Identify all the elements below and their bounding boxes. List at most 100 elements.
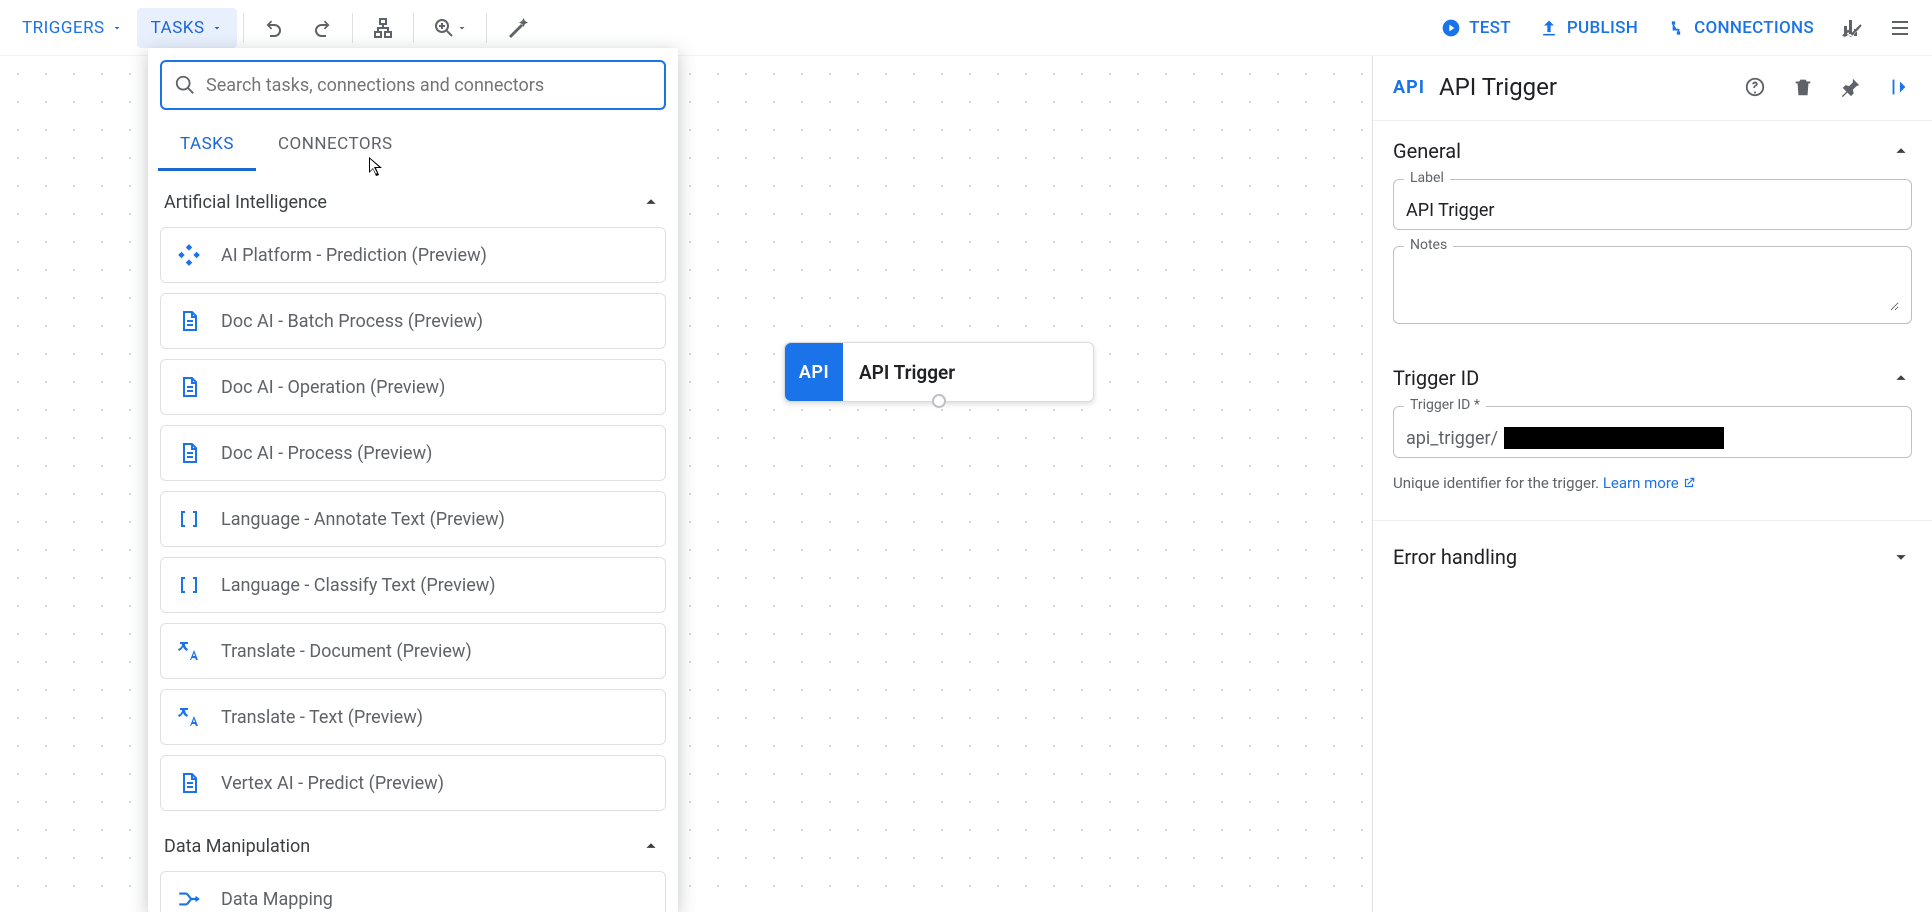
translate-icon bbox=[175, 637, 203, 665]
section-title: Trigger ID bbox=[1393, 366, 1479, 390]
test-button[interactable]: TEST bbox=[1427, 8, 1525, 48]
connections-button[interactable]: CONNECTIONS bbox=[1652, 8, 1828, 48]
group-header-data-manipulation[interactable]: Data Manipulation bbox=[160, 821, 666, 871]
details-title: API Trigger bbox=[1439, 73, 1724, 101]
notes-field[interactable]: Notes bbox=[1393, 246, 1912, 324]
task-language-annotate[interactable]: Language - Annotate Text (Preview) bbox=[160, 491, 666, 547]
task-label: Doc AI - Process (Preview) bbox=[221, 443, 432, 464]
task-data-mapping[interactable]: Data Mapping bbox=[160, 871, 666, 912]
redo-icon bbox=[310, 16, 334, 40]
pin-icon bbox=[1840, 76, 1862, 98]
undo-icon bbox=[262, 16, 286, 40]
delete-button[interactable] bbox=[1786, 70, 1820, 104]
magic-wand-icon bbox=[505, 16, 529, 40]
panel-scroll[interactable]: Artificial Intelligence AI Platform - Pr… bbox=[148, 171, 678, 912]
task-docai-operation[interactable]: Doc AI - Operation (Preview) bbox=[160, 359, 666, 415]
connections-label: CONNECTIONS bbox=[1694, 18, 1814, 38]
separator bbox=[486, 13, 487, 43]
task-docai-batch[interactable]: Doc AI - Batch Process (Preview) bbox=[160, 293, 666, 349]
undo-button[interactable] bbox=[250, 8, 298, 48]
chart-icon bbox=[1840, 16, 1864, 40]
stats-button[interactable] bbox=[1828, 8, 1876, 48]
search-input[interactable] bbox=[206, 75, 652, 96]
chevron-up-icon bbox=[1890, 140, 1912, 162]
trigger-id-redacted bbox=[1504, 427, 1724, 449]
menu-button[interactable] bbox=[1876, 8, 1924, 48]
collapse-right-icon bbox=[1888, 76, 1910, 98]
task-ai-platform-prediction[interactable]: AI Platform - Prediction (Preview) bbox=[160, 227, 666, 283]
help-icon bbox=[1744, 76, 1766, 98]
publish-icon bbox=[1539, 18, 1559, 38]
node-title: API Trigger bbox=[843, 361, 955, 384]
node-output-port[interactable] bbox=[932, 394, 946, 408]
learn-more-link[interactable]: Learn more bbox=[1603, 474, 1697, 492]
search-icon bbox=[174, 74, 196, 96]
group-title: Artificial Intelligence bbox=[164, 192, 327, 213]
help-button[interactable] bbox=[1738, 70, 1772, 104]
redo-button[interactable] bbox=[298, 8, 346, 48]
field-label: Trigger ID * bbox=[1404, 397, 1486, 413]
task-docai-process[interactable]: Doc AI - Process (Preview) bbox=[160, 425, 666, 481]
trigger-id-prefix: api_trigger/ bbox=[1406, 428, 1498, 449]
brackets-icon bbox=[175, 571, 203, 599]
separator bbox=[352, 13, 353, 43]
ai-icon bbox=[175, 241, 203, 269]
magic-button[interactable] bbox=[493, 8, 541, 48]
tab-tasks[interactable]: TASKS bbox=[158, 122, 256, 171]
learn-more-text: Learn more bbox=[1603, 474, 1679, 492]
pin-button[interactable] bbox=[1834, 70, 1868, 104]
task-label: Doc AI - Batch Process (Preview) bbox=[221, 311, 483, 332]
chevron-down-icon bbox=[456, 22, 468, 34]
translate-icon bbox=[175, 703, 203, 731]
zoom-button[interactable] bbox=[420, 8, 480, 48]
section-header-trigger-id[interactable]: Trigger ID bbox=[1393, 366, 1912, 390]
document-icon bbox=[175, 307, 203, 335]
tasks-dropdown[interactable]: TASKS bbox=[137, 8, 237, 48]
section-header-error-handling[interactable]: Error handling bbox=[1393, 545, 1912, 569]
section-general: General Label Notes bbox=[1373, 121, 1932, 348]
document-icon bbox=[175, 769, 203, 797]
node-badge: API bbox=[785, 343, 843, 401]
play-circle-icon bbox=[1441, 18, 1461, 38]
task-label: Doc AI - Operation (Preview) bbox=[221, 377, 445, 398]
brackets-icon bbox=[175, 505, 203, 533]
field-label: Label bbox=[1404, 170, 1450, 186]
search-field[interactable] bbox=[160, 60, 666, 110]
separator bbox=[243, 13, 244, 43]
group-header-ai[interactable]: Artificial Intelligence bbox=[160, 177, 666, 227]
test-label: TEST bbox=[1469, 18, 1511, 38]
tab-connectors[interactable]: CONNECTORS bbox=[256, 122, 415, 171]
section-trigger-id: Trigger ID Trigger ID * api_trigger/ Uni… bbox=[1373, 348, 1932, 500]
section-header-general[interactable]: General bbox=[1393, 139, 1912, 163]
triggers-dropdown[interactable]: TRIGGERS bbox=[8, 8, 137, 48]
task-language-classify[interactable]: Language - Classify Text (Preview) bbox=[160, 557, 666, 613]
details-badge: API bbox=[1393, 77, 1425, 98]
notes-input[interactable] bbox=[1406, 267, 1899, 311]
task-vertex-predict[interactable]: Vertex AI - Predict (Preview) bbox=[160, 755, 666, 811]
task-label: Language - Classify Text (Preview) bbox=[221, 575, 496, 596]
details-header: API API Trigger bbox=[1373, 56, 1932, 121]
chevron-down-icon bbox=[111, 22, 123, 34]
task-label: AI Platform - Prediction (Preview) bbox=[221, 245, 487, 266]
menu-icon bbox=[1888, 16, 1912, 40]
collapse-button[interactable] bbox=[1882, 70, 1916, 104]
label-field[interactable]: Label bbox=[1393, 179, 1912, 230]
task-translate-document[interactable]: Translate - Document (Preview) bbox=[160, 623, 666, 679]
layout-icon bbox=[371, 16, 395, 40]
task-translate-text[interactable]: Translate - Text (Preview) bbox=[160, 689, 666, 745]
section-title: General bbox=[1393, 139, 1461, 163]
task-label: Translate - Document (Preview) bbox=[221, 641, 472, 662]
publish-button[interactable]: PUBLISH bbox=[1525, 8, 1652, 48]
api-trigger-node[interactable]: API API Trigger bbox=[784, 342, 1094, 402]
trigger-id-field[interactable]: Trigger ID * api_trigger/ bbox=[1393, 406, 1912, 458]
tasks-panel: TASKS CONNECTORS Artificial Intelligence… bbox=[148, 48, 678, 912]
mapping-icon bbox=[175, 885, 203, 912]
label-input[interactable] bbox=[1406, 200, 1899, 221]
separator bbox=[413, 13, 414, 43]
chevron-down-icon bbox=[1890, 546, 1912, 568]
details-panel: API API Trigger General Label Notes Trig… bbox=[1372, 56, 1932, 912]
layout-button[interactable] bbox=[359, 8, 407, 48]
publish-label: PUBLISH bbox=[1567, 18, 1638, 38]
section-title: Error handling bbox=[1393, 545, 1517, 569]
external-link-icon bbox=[1682, 476, 1696, 490]
